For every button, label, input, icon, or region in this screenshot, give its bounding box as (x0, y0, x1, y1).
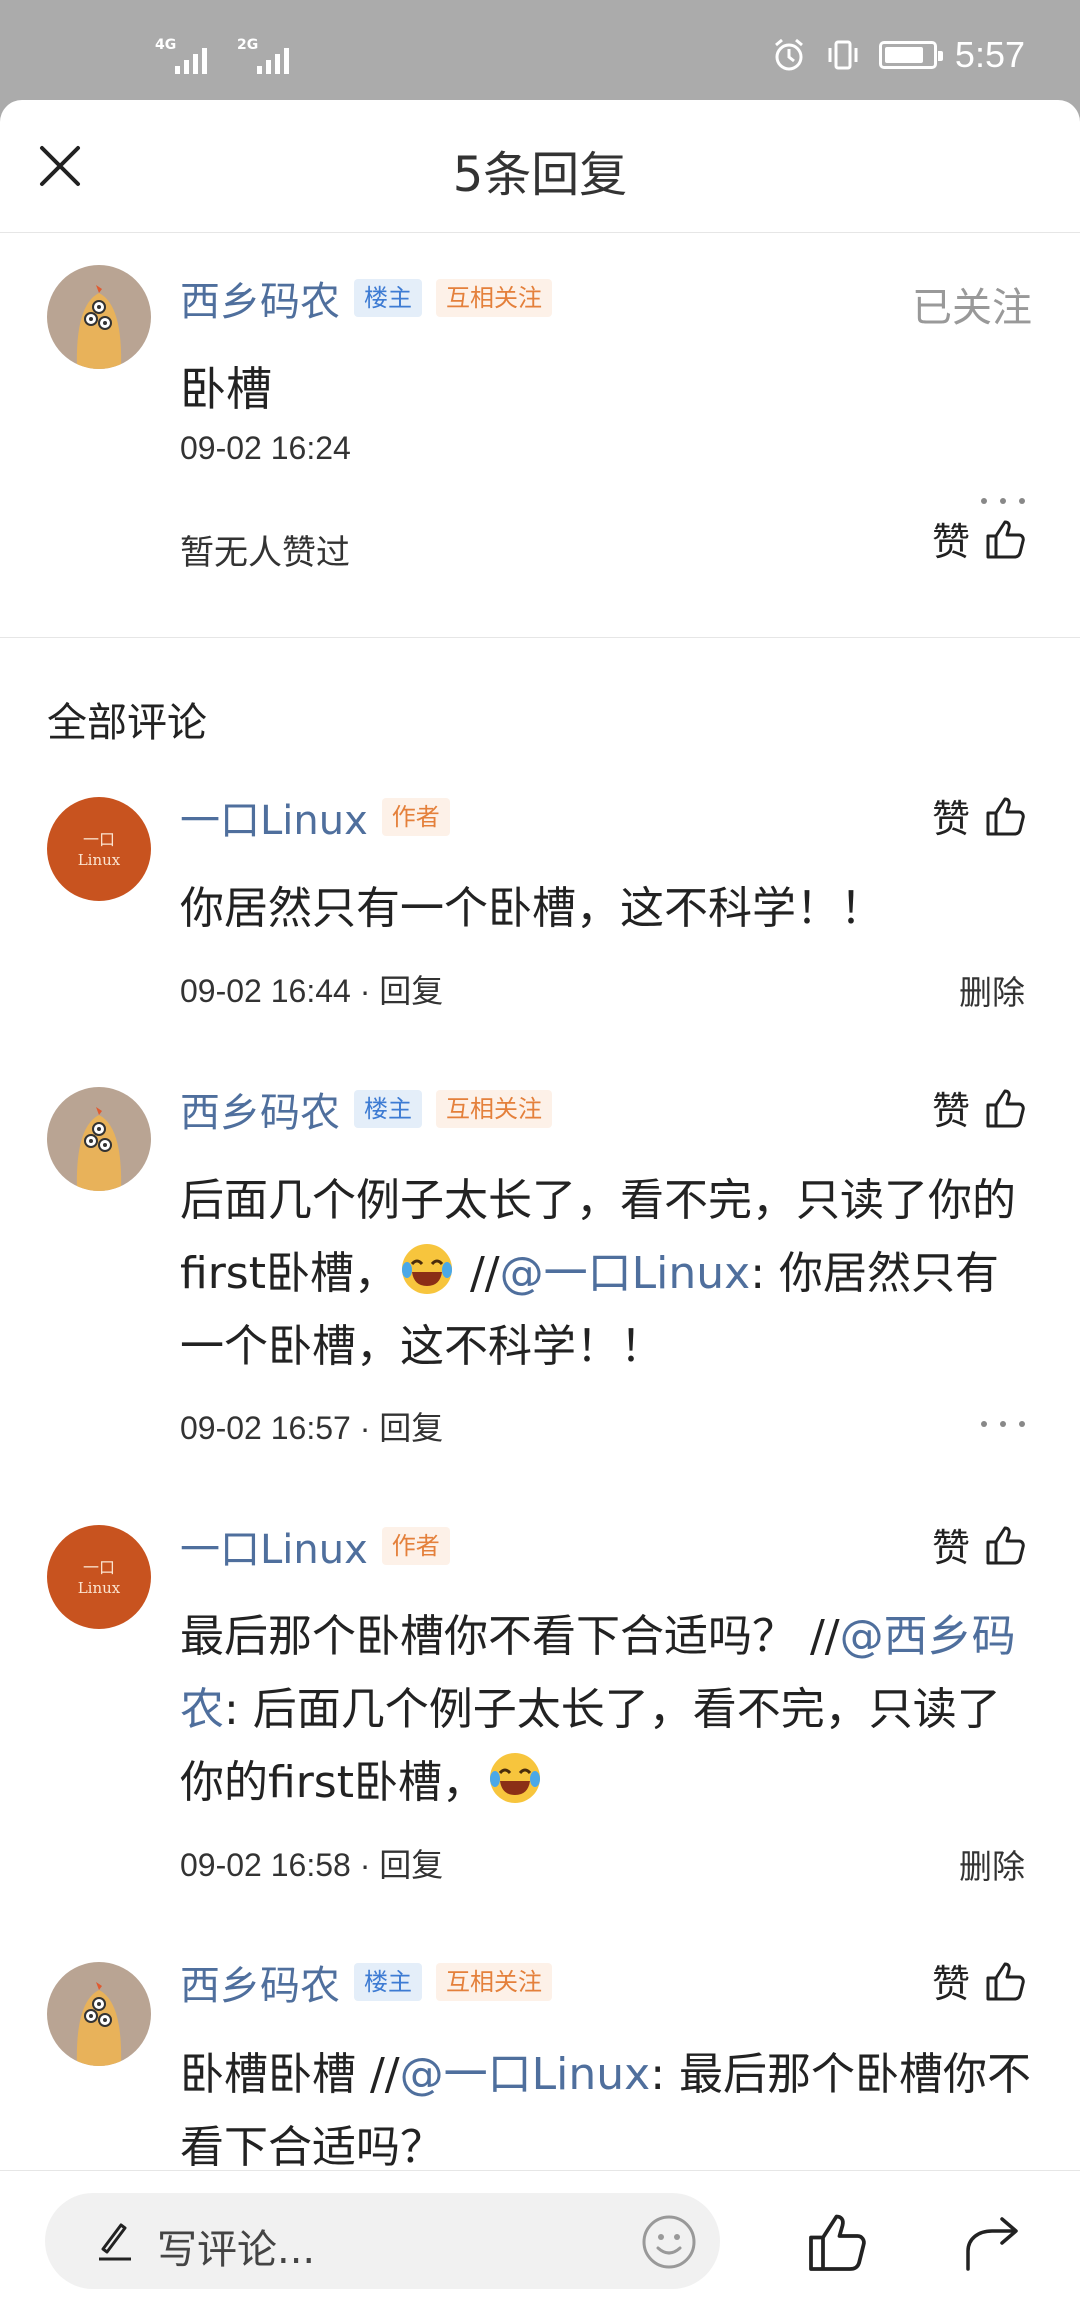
delete-button[interactable]: 删除 (959, 966, 1025, 1014)
comment-time: 09-02 16:24 (180, 430, 351, 466)
avatar-text: 一口 (83, 830, 115, 849)
page-title: 5条回复 (452, 147, 628, 203)
comment-meta: 09-02 16:58 · 回复 (180, 1847, 444, 1883)
laughing-emoji-icon (401, 1244, 452, 1294)
write-comment-input[interactable]: 写评论... (45, 2193, 720, 2289)
battery-icon (878, 41, 943, 69)
smiley-icon[interactable] (640, 2213, 698, 2271)
follow-button[interactable]: 已关注 (912, 275, 1032, 333)
like-label: 赞 (931, 520, 970, 564)
more-button[interactable] (981, 1418, 1025, 1430)
section-title: 全部评论 (47, 700, 207, 746)
like-button[interactable]: 赞 (932, 1517, 1028, 1572)
like-button[interactable]: 赞 (932, 511, 1028, 566)
reply-button[interactable]: 回复 (379, 1410, 443, 1446)
comment-placeholder: 写评论... (157, 2227, 316, 2273)
like-label: 赞 (931, 797, 970, 841)
original-comment: 西乡码农 楼主 互相关注 已关注 卧槽 09-02 16:24 暂无人赞过 赞 (0, 233, 1080, 638)
like-button[interactable]: 赞 (932, 1080, 1028, 1135)
comment-text: 卧槽 (180, 362, 272, 416)
username-row: 一口Linux 作者 (180, 788, 450, 846)
avatar[interactable] (47, 1087, 151, 1191)
comment-text-part: : 后面几个例子太长了，看不完，只读了你的first卧槽， (180, 1684, 1001, 1808)
comment-time: 09-02 16:58 (180, 1847, 351, 1883)
avatar[interactable]: 一口 Linux (47, 1525, 151, 1629)
replies-sheet: 5条回复 西乡码农 楼主 互相关注 已关注 卧槽 09-02 16:24 暂无人… (0, 100, 1080, 2310)
comment-text: 卧槽卧槽 //@一口Linux: 最后那个卧槽你不看下合适吗？ (180, 2038, 1032, 2184)
clock: 5:57 (954, 34, 1025, 75)
signal-icon: 4G (155, 38, 215, 74)
like-label: 赞 (931, 1526, 970, 1570)
comment-text: 后面几个例子太长了，看不完，只读了你的first卧槽， //@一口Linux: … (180, 1164, 1032, 1383)
status-right: 5:57 (771, 34, 1025, 76)
more-button[interactable] (981, 495, 1025, 507)
owner-badge: 楼主 (354, 1090, 422, 1128)
comment-text: 你居然只有一个卧槽，这不科学！！ (180, 883, 884, 934)
vibrate-icon (828, 40, 858, 70)
avatar-text: Linux (78, 1579, 121, 1597)
more-dots-icon (981, 498, 987, 504)
like-button[interactable]: 赞 (932, 1953, 1028, 2008)
thumbs-up-icon (986, 1962, 1025, 2000)
status-bar: 4G 2G 5:57 (0, 0, 1080, 100)
mutual-follow-badge: 互相关注 (436, 279, 552, 317)
bottom-bar: 写评论... (0, 2170, 1080, 2310)
thumbs-up-icon (986, 1526, 1025, 1564)
mention-link[interactable]: @一口Linux (500, 1248, 751, 1299)
like-label: 赞 (931, 1962, 970, 2006)
comment-text-part: // (455, 1248, 500, 1299)
like-label: 赞 (931, 1089, 970, 1133)
pen-icon (99, 2223, 131, 2261)
owner-badge: 楼主 (354, 279, 422, 317)
no-likes-text: 暂无人赞过 (180, 533, 350, 573)
username[interactable]: 西乡码农 (180, 269, 340, 327)
avatar[interactable]: 一口 Linux (47, 797, 151, 901)
comment-time: 09-02 16:44 (180, 973, 351, 1009)
username[interactable]: 一口Linux (180, 788, 368, 846)
reply-button[interactable]: 回复 (379, 973, 443, 1009)
laughing-emoji-icon (489, 1753, 540, 1803)
network-type: 4G (155, 37, 177, 53)
username-row: 一口Linux 作者 (180, 1517, 450, 1575)
more-dots-icon (981, 1421, 987, 1427)
avatar-text: Linux (78, 851, 121, 869)
username[interactable]: 西乡码农 (180, 1080, 340, 1138)
mutual-follow-badge: 互相关注 (436, 1090, 552, 1128)
avatar[interactable] (47, 1962, 151, 2066)
username[interactable]: 西乡码农 (180, 1953, 340, 2011)
owner-badge: 楼主 (354, 1963, 422, 2001)
share-button[interactable] (960, 2211, 1024, 2275)
comment-time: 09-02 16:57 (180, 1410, 351, 1446)
avatar[interactable] (47, 265, 151, 369)
avatar-text: 一口 (83, 1558, 115, 1577)
share-icon (966, 2217, 1018, 2271)
author-badge: 作者 (381, 1527, 450, 1565)
comment-text: 最后那个卧槽你不看下合适吗？ //@西乡码农: 后面几个例子太长了，看不完，只读… (180, 1600, 1032, 1819)
username-row: 西乡码农 楼主 互相关注 (180, 1953, 552, 2011)
thumbs-up-icon (986, 797, 1025, 835)
network-type: 2G (237, 37, 259, 53)
username-row: 西乡码农 楼主 互相关注 (180, 269, 552, 327)
username[interactable]: 一口Linux (180, 1517, 368, 1575)
reply-button[interactable]: 回复 (379, 1847, 443, 1883)
signal-icon: 2G (237, 38, 297, 74)
alarm-icon (774, 38, 803, 71)
thumbs-up-icon (986, 520, 1025, 558)
comment-text-part: 最后那个卧槽你不看下合适吗？ // (180, 1611, 840, 1662)
mention-link[interactable]: @一口Linux (400, 2049, 651, 2100)
mutual-follow-badge: 互相关注 (436, 1963, 552, 2001)
comment-meta: 09-02 16:44 · 回复 (180, 973, 444, 1009)
like-post-button[interactable] (805, 2209, 871, 2275)
thumbs-up-icon (986, 1089, 1025, 1127)
delete-button[interactable]: 删除 (959, 1840, 1025, 1888)
signal-group: 4G 2G (155, 38, 297, 74)
comment-meta: 09-02 16:57 · 回复 (180, 1410, 444, 1446)
like-button[interactable]: 赞 (932, 788, 1028, 843)
username-row: 西乡码农 楼主 互相关注 (180, 1080, 552, 1138)
thumbs-up-icon (809, 2214, 866, 2271)
author-badge: 作者 (381, 798, 450, 836)
sheet-header: 5条回复 (0, 100, 1080, 233)
comment-text-part: 卧槽卧槽 // (180, 2049, 400, 2100)
